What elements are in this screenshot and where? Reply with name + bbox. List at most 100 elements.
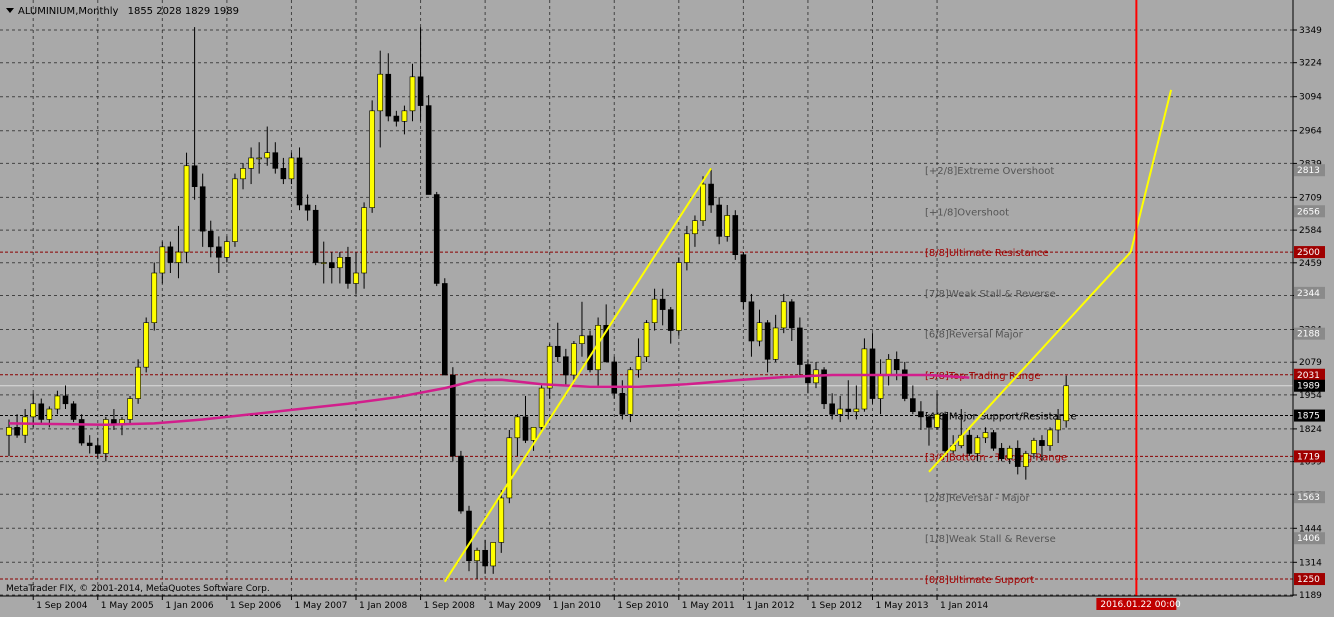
candle-body xyxy=(240,168,246,180)
candle-body xyxy=(530,427,537,441)
candle-body xyxy=(1055,419,1061,431)
candle-body xyxy=(571,343,577,376)
price-tag-label: 1250 xyxy=(1297,575,1320,585)
candle-body xyxy=(1014,447,1021,467)
candle-body xyxy=(772,327,779,360)
candle-body xyxy=(506,437,513,499)
price-tag-label: 2656 xyxy=(1297,207,1320,217)
candle-body xyxy=(232,178,238,242)
candle-body xyxy=(377,73,384,112)
candle xyxy=(643,320,650,362)
level-label: [1/8]Weak Stall & Reverse xyxy=(925,534,1056,545)
candle xyxy=(425,95,432,195)
price-tag-label: 1875 xyxy=(1297,412,1320,422)
price-tag-label: 2500 xyxy=(1297,248,1320,258)
x-tick-label: 1 Jan 2012 xyxy=(746,601,794,611)
candle-body xyxy=(692,220,698,235)
candle-body xyxy=(482,549,488,567)
candle xyxy=(183,152,190,263)
candle-body xyxy=(30,403,37,418)
candle-body xyxy=(845,408,852,412)
x-tick-label: 1 Jan 2010 xyxy=(553,601,601,611)
level-label: [+2/8]Extreme Overshoot xyxy=(925,166,1054,177)
candle-body xyxy=(6,427,12,436)
candle-body xyxy=(22,416,28,436)
candle-body xyxy=(433,194,440,284)
candle-body xyxy=(554,345,561,358)
candle-body xyxy=(183,165,190,253)
x-tick-label: 1 May 2005 xyxy=(101,601,154,611)
candle-body xyxy=(684,233,690,263)
candle-body xyxy=(38,403,45,420)
y-tick-label: 1314 xyxy=(1299,558,1322,568)
candle-body xyxy=(46,408,53,420)
candle-body xyxy=(635,356,642,371)
candle-body xyxy=(62,395,69,405)
candle-body xyxy=(756,322,763,342)
candle-body xyxy=(441,283,448,376)
candle xyxy=(611,356,618,399)
chart-background xyxy=(0,0,1334,613)
candle-body xyxy=(304,204,311,211)
price-tag-label: 2344 xyxy=(1297,289,1320,299)
x-tick-label: 1 Jan 2006 xyxy=(165,601,213,611)
y-tick-label: 2584 xyxy=(1299,226,1322,236)
y-tick-label: 1189 xyxy=(1299,591,1322,601)
candle-body xyxy=(1031,440,1037,454)
level-label: [2/8]Reversal - Major xyxy=(925,493,1030,504)
x-tick-label: 1 Sep 2010 xyxy=(617,601,669,611)
x-tick-label: 1 May 2011 xyxy=(682,601,735,611)
candle-body xyxy=(1039,440,1045,446)
candle xyxy=(990,429,997,451)
svg-text:ALUMINIUM,Monthly 1855: ALUMINIUM,Monthly 1855 2028 1829 1989 xyxy=(18,6,239,17)
candle-body xyxy=(990,432,997,449)
price-tag-label: 1406 xyxy=(1297,534,1320,544)
price-tag-label: 2188 xyxy=(1297,330,1320,340)
candle-body xyxy=(361,207,367,274)
candle-body xyxy=(829,403,835,415)
candle-body xyxy=(385,73,392,117)
x-tick-label: 1 May 2007 xyxy=(294,601,347,611)
x-tick-label: 1 Sep 2008 xyxy=(424,601,476,611)
candle-body xyxy=(417,76,424,106)
candle-body xyxy=(651,298,658,324)
candle-body xyxy=(708,183,714,206)
candlestick-chart[interactable]: [+2/8]Extreme Overshoot [+1/8]Overshoot [8… xyxy=(0,0,1334,613)
y-tick-label: 2079 xyxy=(1299,358,1322,368)
candle-body xyxy=(288,157,295,180)
candle-body xyxy=(337,257,343,269)
candle xyxy=(70,401,77,423)
candle-body xyxy=(667,309,674,331)
candle-body xyxy=(167,246,174,263)
candle-body xyxy=(619,393,626,415)
x-tick-label: 1 Sep 2012 xyxy=(811,601,862,611)
x-tick-label: 1 Jan 2014 xyxy=(940,601,988,611)
candle xyxy=(538,385,545,430)
candle-body xyxy=(175,251,182,263)
candle-body xyxy=(143,322,149,368)
candle-body xyxy=(748,301,755,342)
candle-body xyxy=(127,398,133,420)
candle-body xyxy=(611,361,618,394)
candle-body xyxy=(764,322,771,360)
y-tick-label: 2709 xyxy=(1299,193,1322,203)
candle-body xyxy=(264,152,271,159)
candle-body xyxy=(837,408,844,415)
candle xyxy=(732,210,739,260)
candle xyxy=(942,411,948,454)
level-label: [8/8]Ultimate Resistance xyxy=(925,248,1049,259)
candle xyxy=(740,252,747,310)
candle-body xyxy=(353,272,359,284)
candle-body xyxy=(199,186,206,232)
candle-body xyxy=(1006,447,1013,460)
candle-body xyxy=(345,257,351,284)
level-label: [+1/8]Overshoot xyxy=(925,207,1009,218)
candle-body xyxy=(724,215,731,237)
candle xyxy=(821,367,827,410)
candle-body xyxy=(224,241,230,258)
candle-body xyxy=(926,416,932,428)
candle-body xyxy=(966,434,973,454)
symbol-title: ALUMINIUM,Monthly xyxy=(18,6,118,17)
candle xyxy=(627,367,634,423)
candle-body xyxy=(490,542,497,567)
